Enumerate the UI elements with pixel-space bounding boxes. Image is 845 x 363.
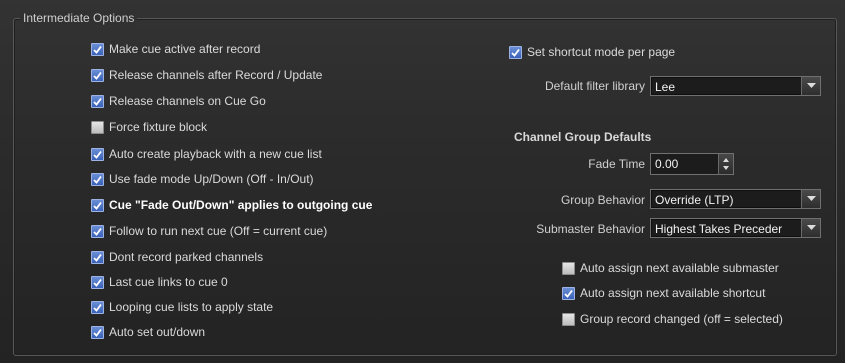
shortcut-mode-checkbox-row[interactable]: Set shortcut mode per page <box>509 44 675 60</box>
checkmark-icon <box>93 175 102 184</box>
filter-library-value: Lee <box>655 80 676 94</box>
chevron-down-icon[interactable] <box>801 219 820 237</box>
left-option-checkbox[interactable] <box>91 198 104 212</box>
checkmark-icon <box>93 97 102 106</box>
left-option-label: Force fixture block <box>109 120 208 134</box>
left-option-checkbox[interactable] <box>91 275 104 289</box>
left-option-label: Make cue active after record <box>109 42 261 56</box>
chevron-down-icon[interactable] <box>801 190 820 208</box>
group-title: Intermediate Options <box>20 11 138 25</box>
checkmark-icon <box>93 253 102 262</box>
checkmark-icon <box>93 201 102 210</box>
left-option-option-row[interactable]: Release channels on Cue Go <box>91 93 266 109</box>
left-option-label: Follow to run next cue (Off = current cu… <box>109 224 328 238</box>
checkmark-icon <box>93 150 102 159</box>
left-option-option-row[interactable]: Cue "Fade Out/Down" applies to outgoing … <box>91 197 372 213</box>
right-option-label: Group record changed (off = selected) <box>580 312 783 326</box>
left-option-label: Release channels on Cue Go <box>109 94 266 108</box>
checkmark-icon <box>93 227 102 236</box>
spin-arrows-icon[interactable] <box>718 154 733 174</box>
left-option-checkbox[interactable] <box>91 300 104 314</box>
submaster-behavior-dropdown[interactable]: Highest Takes Preceder <box>650 218 821 238</box>
group-behavior-dropdown[interactable]: Override (LTP) <box>650 189 821 209</box>
right-option-option-row[interactable]: Auto assign next available shortcut <box>562 285 765 301</box>
checkmark-icon <box>93 278 102 287</box>
checkmark-icon <box>564 289 573 298</box>
left-option-label: Last cue links to cue 0 <box>109 275 228 289</box>
fade-time-spinner[interactable]: 0.00 <box>650 153 734 175</box>
channel-group-defaults-heading: Channel Group Defaults <box>514 130 652 144</box>
left-option-option-row[interactable]: Looping cue lists to apply state <box>91 299 273 315</box>
left-option-option-row[interactable]: Auto create playback with a new cue list <box>91 146 322 162</box>
filter-library-label: Default filter library <box>544 79 645 93</box>
group-behavior-label: Group Behavior <box>560 193 645 207</box>
left-option-option-row[interactable]: Use fade mode Up/Down (Off - In/Out) <box>91 171 314 187</box>
left-option-checkbox[interactable] <box>91 68 104 82</box>
left-option-option-row[interactable]: Dont record parked channels <box>91 249 263 265</box>
left-option-label: Dont record parked channels <box>109 250 264 264</box>
right-option-checkbox[interactable] <box>562 261 575 275</box>
checkmark-icon <box>93 303 102 312</box>
filter-library-dropdown[interactable]: Lee <box>650 76 821 96</box>
left-option-checkbox[interactable] <box>91 325 104 339</box>
checkmark-icon <box>511 48 520 57</box>
fade-time-value: 0.00 <box>655 157 679 171</box>
checkmark-icon <box>93 45 102 54</box>
submaster-behavior-value: Highest Takes Preceder <box>655 222 783 236</box>
left-option-label: Release channels after Record / Update <box>109 68 323 82</box>
left-option-label: Use fade mode Up/Down (Off - In/Out) <box>109 172 314 186</box>
checkmark-icon <box>93 71 102 80</box>
left-option-checkbox[interactable] <box>91 250 104 264</box>
left-option-option-row[interactable]: Last cue links to cue 0 <box>91 274 228 290</box>
left-option-label: Auto set out/down <box>109 325 206 339</box>
left-option-option-row[interactable]: Make cue active after record <box>91 41 260 57</box>
left-option-option-row[interactable]: Follow to run next cue (Off = current cu… <box>91 223 327 239</box>
left-option-checkbox[interactable] <box>91 120 104 134</box>
left-option-option-row[interactable]: Release channels after Record / Update <box>91 67 322 83</box>
chevron-down-icon[interactable] <box>801 77 820 95</box>
left-option-label: Looping cue lists to apply state <box>109 300 274 314</box>
left-option-label: Cue "Fade Out/Down" applies to outgoing … <box>109 198 373 212</box>
left-option-checkbox[interactable] <box>91 224 104 238</box>
left-option-label: Auto create playback with a new cue list <box>109 147 322 161</box>
shortcut-mode-checkbox[interactable] <box>509 45 522 59</box>
fade-time-label: Fade Time <box>588 157 645 171</box>
shortcut-mode-label: Set shortcut mode per page <box>527 45 676 59</box>
left-option-checkbox[interactable] <box>91 172 104 186</box>
submaster-behavior-label: Submaster Behavior <box>536 222 645 236</box>
checkmark-icon <box>93 328 102 337</box>
right-option-label: Auto assign next available submaster <box>580 261 779 275</box>
right-option-checkbox[interactable] <box>562 312 575 326</box>
group-behavior-value: Override (LTP) <box>655 193 734 207</box>
right-option-option-row[interactable]: Group record changed (off = selected) <box>562 311 783 327</box>
left-option-checkbox[interactable] <box>91 42 104 56</box>
right-option-checkbox[interactable] <box>562 286 575 300</box>
right-option-label: Auto assign next available shortcut <box>580 286 766 300</box>
left-option-checkbox[interactable] <box>91 94 104 108</box>
left-option-option-row[interactable]: Auto set out/down <box>91 324 205 340</box>
left-option-checkbox[interactable] <box>91 147 104 161</box>
options-panel: Intermediate Options Make cue active aft… <box>0 0 845 363</box>
right-option-option-row[interactable]: Auto assign next available submaster <box>562 260 779 276</box>
left-option-option-row[interactable]: Force fixture block <box>91 119 207 135</box>
